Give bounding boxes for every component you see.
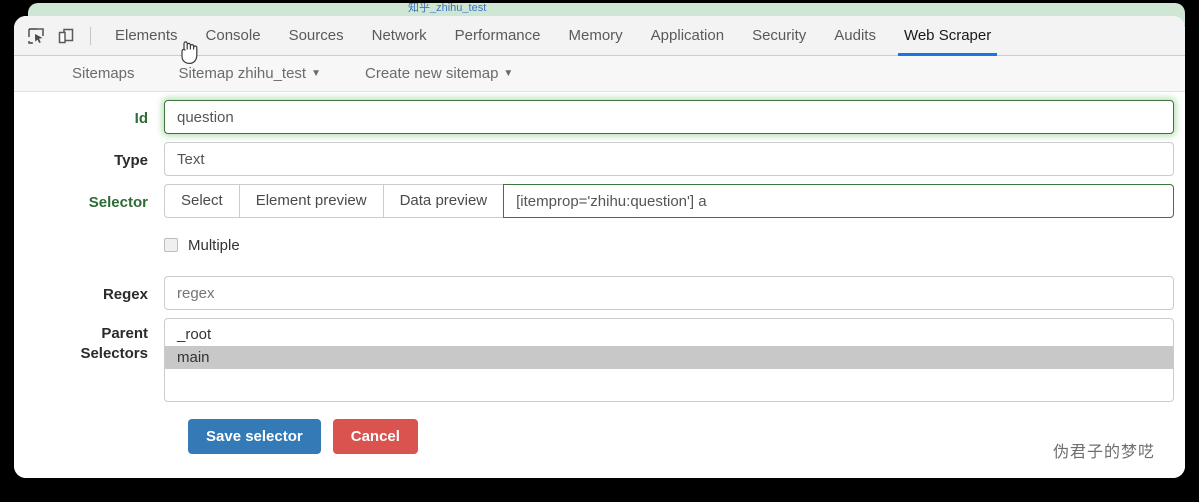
form-row-parent-selectors: Parent Selectors _root main <box>14 318 1185 402</box>
tab-label: Elements <box>115 27 178 44</box>
form-row-regex: Regex <box>14 276 1185 310</box>
tab-label: Audits <box>834 27 876 44</box>
chevron-down-icon: ▼ <box>311 67 322 79</box>
watermark-text: 伪君子的梦呓 <box>1052 444 1155 461</box>
form-actions: Save selector Cancel <box>188 419 1185 454</box>
tab-memory[interactable]: Memory <box>555 16 637 56</box>
data-preview-button[interactable]: Data preview <box>382 184 505 218</box>
underlying-page-title: 知乎_zhihu_test <box>408 3 487 13</box>
tab-application[interactable]: Application <box>637 16 738 56</box>
multiple-checkbox[interactable] <box>164 238 178 252</box>
id-control <box>164 100 1185 134</box>
screenshot-root: 知乎_zhihu_test Elements Console Sources N… <box>0 0 1199 502</box>
type-control <box>164 142 1185 176</box>
regex-label: Regex <box>102 286 148 303</box>
list-item[interactable]: main <box>165 346 1173 369</box>
nav-item-label: Create new sitemap <box>365 65 499 82</box>
toolbar-divider <box>90 26 91 45</box>
tab-label: Memory <box>568 27 623 44</box>
tab-elements[interactable]: Elements <box>101 16 192 56</box>
parent-selectors-control: _root main <box>164 318 1185 402</box>
parent-selectors-label: Parent Selectors <box>14 318 164 364</box>
regex-input[interactable] <box>164 276 1174 310</box>
cancel-button[interactable]: Cancel <box>332 419 418 454</box>
tab-label: Security <box>752 27 807 44</box>
web-scraper-navbar: Sitemaps Sitemap zhihu_test ▼ Create new … <box>14 56 1185 92</box>
tab-security[interactable]: Security <box>738 16 820 56</box>
tab-label: Performance <box>454 27 541 44</box>
form-row-multiple: Multiple <box>14 226 1185 268</box>
regex-control <box>164 276 1185 310</box>
type-select[interactable] <box>164 142 1174 176</box>
nav-item-label: Sitemap zhihu_test <box>178 65 307 82</box>
type-label: Type <box>114 152 148 169</box>
list-item[interactable]: _root <box>165 323 1173 346</box>
parent-selectors-listbox[interactable]: _root main <box>164 318 1174 402</box>
selector-input[interactable] <box>503 184 1174 218</box>
select-button[interactable]: Select <box>164 184 239 218</box>
selector-label: Selector <box>88 194 148 211</box>
devtools-tabbar: Elements Console Sources Network Perform… <box>14 16 1185 56</box>
id-label: Id <box>134 110 148 127</box>
parent-selectors-label-line1: Parent <box>101 325 148 342</box>
devtools-panel: Elements Console Sources Network Perform… <box>14 16 1185 478</box>
form-row-selector: Selector Select Element preview Data pre… <box>14 184 1185 218</box>
inspect-element-icon[interactable] <box>22 22 50 50</box>
nav-item-create-sitemap[interactable]: Create new sitemap ▼ <box>343 65 535 82</box>
parent-selectors-label-line2: Selectors <box>80 345 148 362</box>
nav-item-sitemaps[interactable]: Sitemaps <box>50 65 157 82</box>
tab-label: Web Scraper <box>903 27 992 44</box>
selector-control: Select Element preview Data preview <box>164 184 1185 218</box>
element-preview-button[interactable]: Element preview <box>238 184 383 218</box>
form-row-type: Type <box>14 142 1185 176</box>
devtools-tab-list: Elements Console Sources Network Perform… <box>101 16 1005 56</box>
multiple-spacer <box>14 226 164 235</box>
nav-item-label: Sitemaps <box>72 65 135 82</box>
id-input[interactable] <box>164 100 1174 134</box>
tab-web-scraper[interactable]: Web Scraper <box>890 16 1005 56</box>
tab-label: Network <box>371 27 427 44</box>
form-row-id: Id <box>14 100 1185 134</box>
save-selector-button[interactable]: Save selector <box>188 419 321 454</box>
selector-edit-form: Id Type Selector Select <box>14 92 1185 478</box>
tab-console[interactable]: Console <box>192 16 275 56</box>
tab-network[interactable]: Network <box>358 16 441 56</box>
chevron-down-icon: ▼ <box>503 67 514 79</box>
multiple-label[interactable]: Multiple <box>188 237 240 254</box>
selector-button-group: Select Element preview Data preview <box>164 184 505 218</box>
tab-sources[interactable]: Sources <box>275 16 358 56</box>
tab-label: Application <box>650 27 725 44</box>
tab-performance[interactable]: Performance <box>441 16 555 56</box>
tab-audits[interactable]: Audits <box>820 16 890 56</box>
device-toolbar-icon[interactable] <box>52 22 80 50</box>
tab-label: Console <box>205 27 261 44</box>
nav-item-sitemap-current[interactable]: Sitemap zhihu_test ▼ <box>157 65 343 82</box>
tab-label: Sources <box>288 27 344 44</box>
multiple-control: Multiple <box>164 226 1185 268</box>
